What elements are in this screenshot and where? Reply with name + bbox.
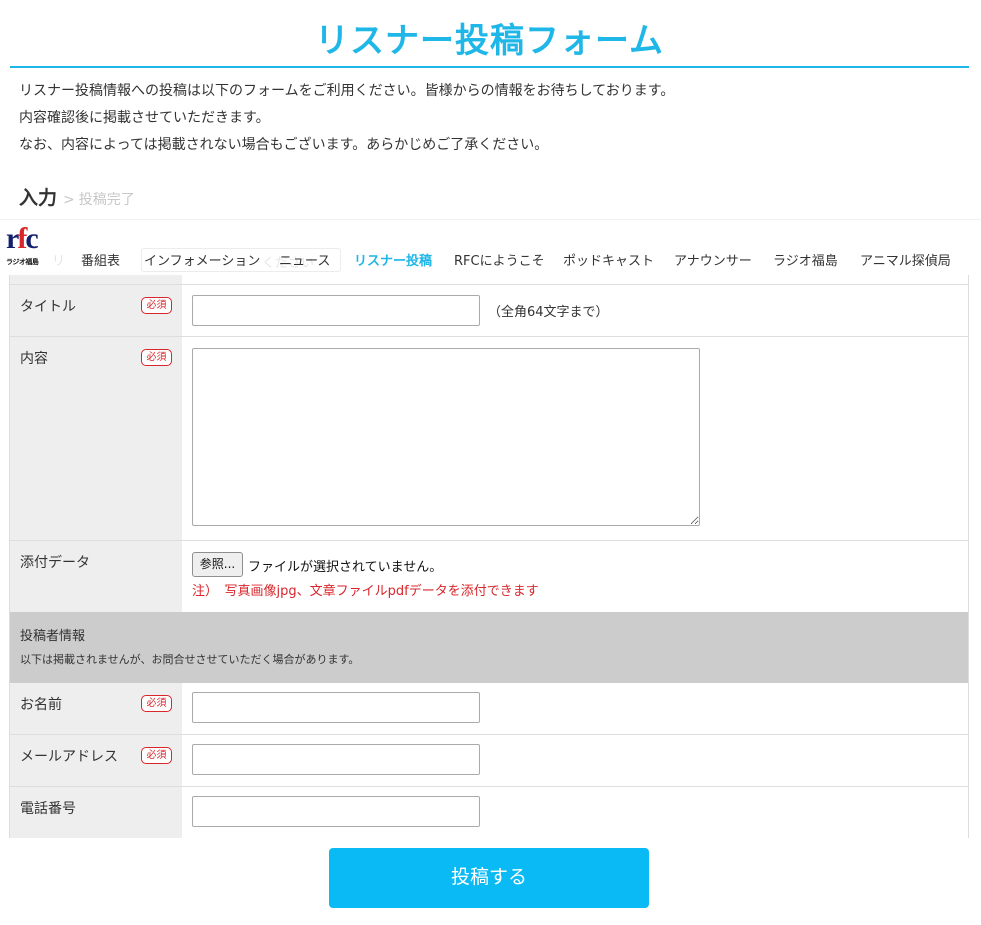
email-row: メールアドレス 必須 (10, 735, 968, 787)
phone-row: 電話番号 (10, 787, 968, 838)
title-length-hint: （全角64文字まで） (488, 305, 609, 320)
page-title: リスナー投稿フォーム (10, 18, 969, 68)
nav-item-news[interactable]: ニュース (279, 250, 330, 269)
step-input: 入力 (19, 187, 58, 209)
post-form: タイトル 必須 （全角64文字まで） 内容 必須 添付データ 参照... ファイ… (9, 275, 969, 838)
site-header: リ ください rfc ラジオ福島 番組表 インフォメーション ニュース リスナー… (0, 219, 981, 275)
file-status: ファイルが選択されていません。 (248, 560, 443, 575)
main-nav: 番組表 インフォメーション ニュース リスナー投稿 RFCにようこそ ポッドキャ… (0, 250, 981, 270)
nav-item-information[interactable]: インフォメーション (144, 250, 260, 269)
nav-item-announcer[interactable]: アナウンサー (674, 250, 752, 269)
poster-info-section: 投稿者情報 以下は掲載されませんが、お問合せさせていただく場合があります。 (10, 612, 968, 683)
content-label: 内容 (20, 351, 48, 367)
nav-item-welcome[interactable]: RFCにようこそ (454, 250, 545, 269)
title-row: タイトル 必須 （全角64文字まで） (10, 285, 968, 337)
nav-item-radio-fukushima[interactable]: ラジオ福島 (773, 250, 838, 269)
title-label: タイトル (20, 299, 76, 315)
nav-item-schedule[interactable]: 番組表 (81, 250, 120, 269)
name-row: お名前 必須 (10, 683, 968, 735)
submit-button[interactable]: 投稿する (329, 848, 649, 908)
email-label: メールアドレス (20, 749, 118, 765)
browse-file-button[interactable]: 参照... (192, 552, 243, 577)
poster-info-subtitle: 以下は掲載されませんが、お問合せさせていただく場合があります。 (20, 653, 360, 666)
intro-text: リスナー投稿情報への投稿は以下のフォームをご利用ください。皆様からの情報をお待ち… (19, 78, 674, 159)
email-input[interactable] (192, 744, 480, 775)
intro-line-3: なお、内容によっては掲載されない場合もございます。あらかじめご了承ください。 (19, 137, 549, 153)
name-label: お名前 (20, 697, 62, 713)
category-row-partial (10, 275, 968, 285)
phone-label: 電話番号 (20, 801, 76, 817)
progress-steps: 入力 > 投稿完了 (19, 183, 135, 213)
content-row: 内容 必須 (10, 337, 968, 541)
required-badge: 必須 (141, 747, 172, 764)
phone-input[interactable] (192, 796, 480, 827)
intro-line-2: 内容確認後に掲載させていただきます。 (19, 110, 270, 126)
nav-item-listener-post[interactable]: リスナー投稿 (354, 250, 432, 269)
nav-item-animal-detective[interactable]: アニマル探偵局 (860, 250, 951, 269)
poster-info-title: 投稿者情報 (20, 629, 86, 644)
required-badge: 必須 (141, 297, 172, 314)
step-complete: 投稿完了 (78, 192, 135, 208)
intro-line-1: リスナー投稿情報への投稿は以下のフォームをご利用ください。皆様からの情報をお待ち… (19, 83, 675, 99)
step-separator: > (63, 192, 75, 208)
title-input[interactable] (192, 295, 480, 326)
required-badge: 必須 (141, 695, 172, 712)
nav-item-podcast[interactable]: ポッドキャスト (563, 250, 654, 269)
attachment-note: 注） 写真画像jpg、文章ファイルpdfデータを添付できます (192, 584, 539, 599)
attachment-label: 添付データ (20, 555, 90, 571)
required-badge: 必須 (141, 349, 172, 366)
content-textarea[interactable] (192, 348, 700, 526)
attachment-row: 添付データ 参照... ファイルが選択されていません。 注） 写真画像jpg、文… (10, 541, 968, 612)
name-input[interactable] (192, 692, 480, 723)
